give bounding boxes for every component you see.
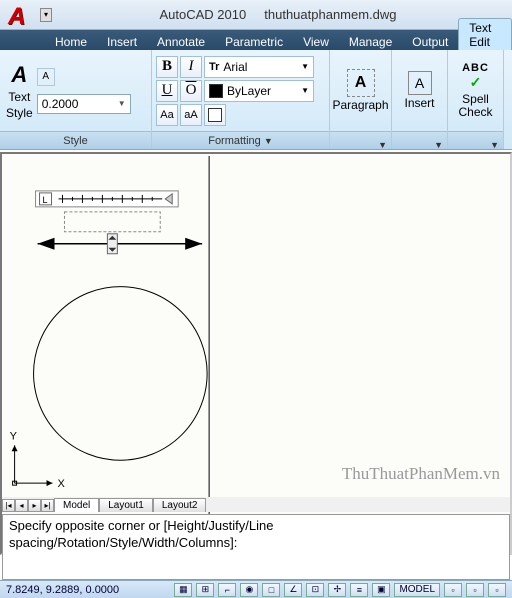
panel-style: A Text Style A 0.2000▼ Style	[0, 50, 152, 149]
ortho-button[interactable]: ⌐	[218, 583, 236, 597]
bold-button[interactable]: B	[156, 56, 178, 78]
paragraph-label: Paragraph	[332, 99, 388, 112]
status-extra-2[interactable]: ▫	[466, 583, 484, 597]
panel-insert: A Insert ▼	[392, 50, 448, 149]
grid-button[interactable]: ⊞	[196, 583, 214, 597]
status-extra-3[interactable]: ▫	[488, 583, 506, 597]
panel-drop-paragraph[interactable]: ▼	[330, 131, 391, 149]
text-label: Text	[8, 90, 30, 104]
nav-next[interactable]: ▸	[28, 499, 41, 512]
overline-button[interactable]: O	[180, 80, 202, 102]
tab-manage[interactable]: Manage	[339, 33, 402, 50]
lwt-button[interactable]: ≡	[350, 583, 368, 597]
ribbon-tabs: Home Insert Annotate Parametric View Man…	[0, 30, 512, 50]
text-style-icon[interactable]: A	[11, 62, 27, 88]
ducs-button[interactable]: ⊡	[306, 583, 324, 597]
dyn-button[interactable]: ✢	[328, 583, 346, 597]
tab-output[interactable]: Output	[402, 33, 458, 50]
model-space-button[interactable]: MODEL	[394, 583, 440, 597]
otrack-button[interactable]: ∠	[284, 583, 302, 597]
color-swatch-icon	[209, 84, 223, 98]
coordinates: 7.8249, 9.2889, 0.0000	[6, 584, 119, 596]
file-name: thuthuatphanmem.dwg	[264, 7, 396, 22]
tab-text-editor[interactable]: Text Edit	[458, 18, 512, 50]
italic-button[interactable]: I	[180, 56, 202, 78]
layout-tabs: |◂ ◂ ▸ ▸| Model Layout1 Layout2	[2, 497, 510, 512]
svg-text:L: L	[43, 195, 48, 205]
tab-model[interactable]: Model	[54, 498, 99, 512]
tab-insert[interactable]: Insert	[97, 33, 147, 50]
panel-label-formatting[interactable]: Formatting ▼	[152, 131, 329, 149]
case-button-2[interactable]: aA	[180, 104, 202, 126]
font-select[interactable]: TrArial▼	[204, 56, 314, 78]
nav-prev[interactable]: ◂	[15, 499, 28, 512]
nav-first[interactable]: |◂	[2, 499, 15, 512]
spell-check-button[interactable]: ABC ✓ SpellCheck	[451, 58, 501, 123]
qat-dropdown[interactable]: ▾	[40, 8, 52, 22]
qp-button[interactable]: ▣	[372, 583, 390, 597]
insert-icon: A	[408, 71, 432, 95]
snap-button[interactable]: ▦	[174, 583, 192, 597]
tab-layout1[interactable]: Layout1	[99, 498, 153, 512]
tab-home[interactable]: Home	[45, 33, 97, 50]
nav-last[interactable]: ▸|	[41, 499, 54, 512]
panel-formatting: B I TrArial▼ U O ByLayer▼ Aa aA	[152, 50, 330, 149]
color-select[interactable]: ByLayer▼	[204, 80, 314, 102]
tab-layout2[interactable]: Layout2	[153, 498, 207, 512]
tab-parametric[interactable]: Parametric	[215, 33, 293, 50]
svg-text:X: X	[57, 478, 65, 490]
ribbon: A Text Style A 0.2000▼ Style B I TrArial…	[0, 50, 512, 150]
watermark: ThuThuatPhanMem.vn	[342, 464, 500, 484]
text-height-select[interactable]: 0.2000▼	[37, 94, 131, 114]
panel-paragraph: A Paragraph ▼	[330, 50, 392, 149]
insert-button[interactable]: A Insert	[397, 67, 443, 114]
tab-view[interactable]: View	[293, 33, 339, 50]
tab-annotate[interactable]: Annotate	[147, 33, 215, 50]
panel-label-style: Style	[0, 131, 151, 149]
paragraph-button[interactable]: A Paragraph	[324, 65, 396, 116]
paragraph-icon: A	[347, 69, 375, 97]
osnap-button[interactable]: □	[262, 583, 280, 597]
background-mask-button[interactable]	[204, 104, 226, 126]
style-label: Style	[6, 106, 33, 120]
mask-swatch-icon	[208, 108, 222, 122]
panel-drop-insert[interactable]: ▼	[392, 131, 447, 149]
app-name: AutoCAD 2010	[159, 7, 246, 22]
panel-drop-spell[interactable]: ▼	[448, 131, 503, 149]
polar-button[interactable]: ◉	[240, 583, 258, 597]
status-extra-1[interactable]: ▫	[444, 583, 462, 597]
insert-label: Insert	[405, 97, 435, 110]
command-line[interactable]: Specify opposite corner or [Height/Justi…	[2, 514, 510, 580]
title-bar: A ▾ AutoCAD 2010 thuthuatphanmem.dwg	[0, 0, 512, 30]
app-logo[interactable]: A	[8, 3, 36, 27]
spell-check-icon: ABC ✓	[462, 62, 489, 91]
annotative-icon[interactable]: A	[37, 68, 55, 86]
status-bar: 7.8249, 9.2889, 0.0000 ▦ ⊞ ⌐ ◉ □ ∠ ⊡ ✢ ≡…	[0, 580, 512, 598]
case-button-1[interactable]: Aa	[156, 104, 178, 126]
panel-spell: ABC ✓ SpellCheck ▼	[448, 50, 504, 149]
svg-text:Y: Y	[10, 430, 18, 442]
underline-button[interactable]: U	[156, 80, 178, 102]
drawing-canvas[interactable]: L X Y ThuThuatPhanMem.vn	[0, 152, 512, 555]
